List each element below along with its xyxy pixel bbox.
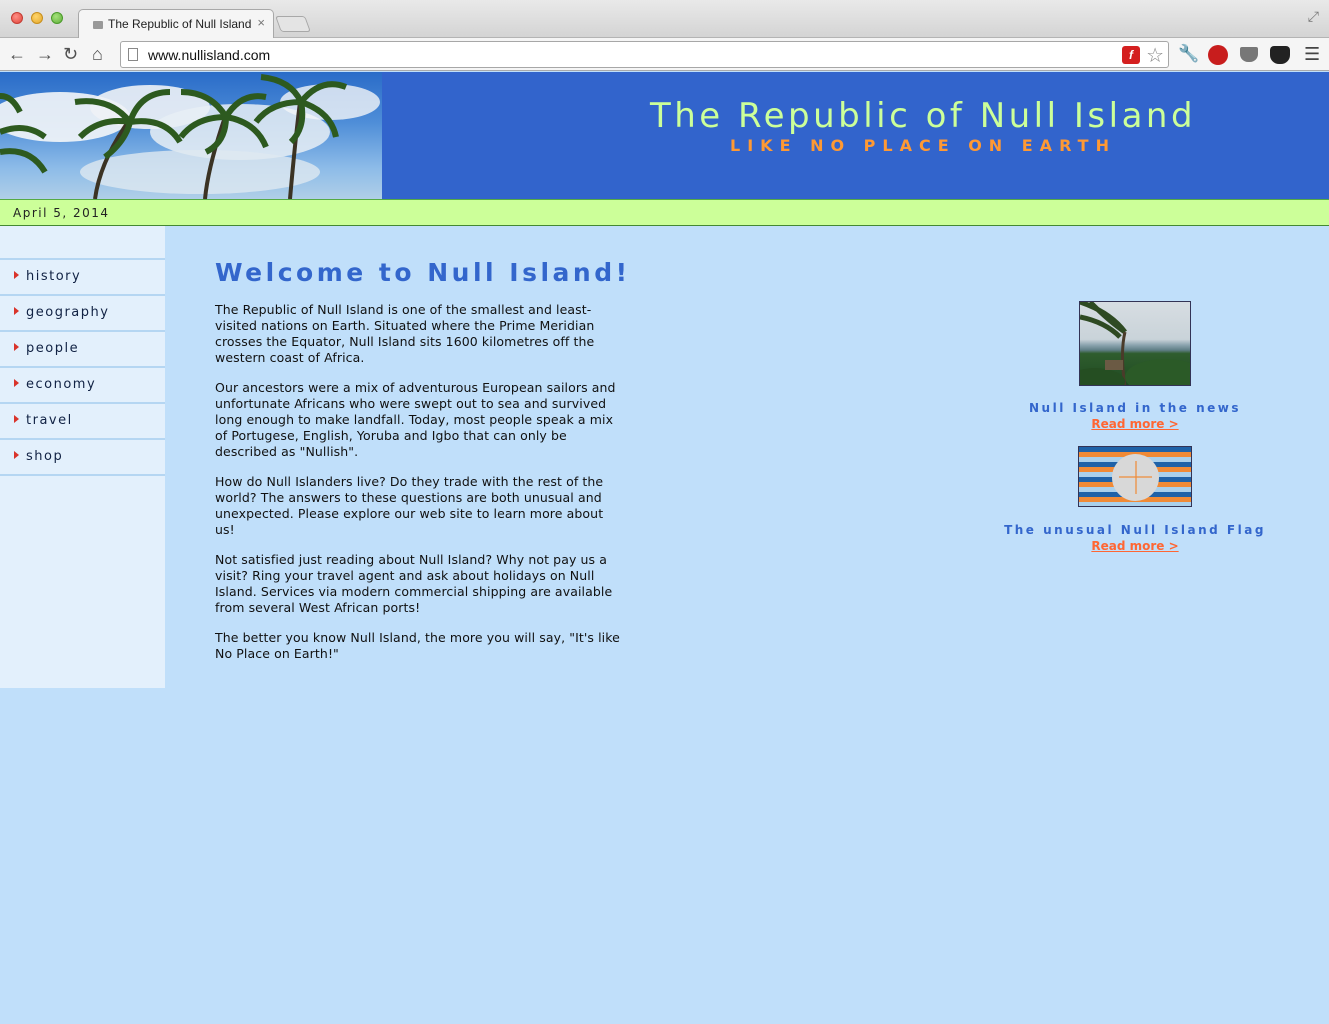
wrench-icon[interactable]: 🔧 bbox=[1178, 44, 1199, 64]
sidebar-item-label[interactable]: shop bbox=[26, 449, 63, 464]
flag-crosshair bbox=[1135, 461, 1137, 494]
sidebar-nav: history geography people economy travel … bbox=[0, 258, 165, 476]
date-bar: April 5, 2014 bbox=[0, 199, 1329, 226]
sidebar-item-label[interactable]: people bbox=[26, 341, 79, 356]
palm-trees-illustration bbox=[0, 74, 380, 199]
sidebar-item-history[interactable]: history bbox=[0, 260, 165, 296]
new-tab-button[interactable] bbox=[275, 16, 311, 32]
sidebar-item-travel[interactable]: travel bbox=[0, 404, 165, 440]
star-icon[interactable]: ☆ bbox=[1146, 43, 1164, 68]
browser-titlebar: The Republic of Null Island × ⤢ bbox=[0, 0, 1329, 39]
favicon-icon bbox=[93, 21, 103, 29]
site-tagline: LIKE NO PLACE ON EARTH bbox=[730, 136, 1116, 155]
flag-caption: The unusual Null Island Flag bbox=[1004, 523, 1266, 537]
browser-tab[interactable]: The Republic of Null Island × bbox=[78, 9, 274, 39]
sidebar-item-label[interactable]: travel bbox=[26, 413, 73, 428]
pocket-icon[interactable] bbox=[1240, 47, 1258, 62]
flash-icon[interactable]: f bbox=[1122, 46, 1140, 64]
sidebar-item-geography[interactable]: geography bbox=[0, 296, 165, 332]
minimize-window-button[interactable] bbox=[31, 12, 43, 24]
page-icon bbox=[128, 48, 138, 61]
flag-image[interactable] bbox=[1078, 446, 1192, 507]
tab-title: The Republic of Null Island bbox=[108, 17, 252, 31]
bullet-arrow-icon bbox=[14, 451, 19, 459]
sidebar-item-label[interactable]: geography bbox=[26, 305, 109, 320]
sidebar-item-shop[interactable]: shop bbox=[0, 440, 165, 476]
sidebar-item-people[interactable]: people bbox=[0, 332, 165, 368]
stop-icon[interactable] bbox=[1208, 45, 1228, 65]
sidebar-item-label[interactable]: economy bbox=[26, 377, 96, 392]
bullet-arrow-icon bbox=[14, 343, 19, 351]
bullet-arrow-icon bbox=[14, 307, 19, 315]
sidebar-item-label[interactable]: history bbox=[26, 269, 81, 284]
beach-palm-illustration bbox=[1080, 302, 1190, 385]
browser-toolbar: ← → ↻ ⌂ www.nullisland.com f ☆ 🔧 ☰ bbox=[0, 38, 1329, 71]
date-text: April 5, 2014 bbox=[13, 206, 110, 220]
flag-read-more-link[interactable]: Read more > bbox=[1091, 539, 1178, 553]
url-text[interactable]: www.nullisland.com bbox=[148, 47, 270, 63]
forward-icon[interactable]: → bbox=[36, 42, 54, 66]
page-title: Welcome to Null Island! bbox=[215, 258, 631, 287]
sidebar-item-economy[interactable]: economy bbox=[0, 368, 165, 404]
flag-feature: The unusual Null Island Flag Read more > bbox=[1000, 446, 1270, 555]
bullet-arrow-icon bbox=[14, 415, 19, 423]
paragraph: How do Null Islanders live? Do they trad… bbox=[215, 474, 604, 537]
news-photo[interactable] bbox=[1079, 301, 1191, 386]
back-icon[interactable]: ← bbox=[8, 42, 26, 66]
paragraph: The Republic of Null Island is one of th… bbox=[215, 302, 595, 365]
sidebar: history geography people economy travel … bbox=[0, 226, 165, 688]
paragraph: The better you know Null Island, the mor… bbox=[215, 630, 620, 661]
bullet-arrow-icon bbox=[14, 271, 19, 279]
intro-text: The Republic of Null Island is one of th… bbox=[215, 302, 627, 676]
tab-close-icon[interactable]: × bbox=[257, 15, 265, 30]
site-header: The Republic of Null Island LIKE NO PLAC… bbox=[0, 72, 1329, 199]
bullet-arrow-icon bbox=[14, 379, 19, 387]
paragraph: Our ancestors were a mix of adventurous … bbox=[215, 380, 616, 459]
paragraph: Not satisfied just reading about Null Is… bbox=[215, 552, 613, 615]
reload-icon[interactable]: ↻ bbox=[63, 42, 78, 66]
fullscreen-icon[interactable]: ⤢ bbox=[1308, 8, 1319, 25]
news-feature: Null Island in the news Read more > bbox=[1000, 301, 1270, 433]
zoom-window-button[interactable] bbox=[51, 12, 63, 24]
menu-icon[interactable]: ☰ bbox=[1304, 44, 1320, 64]
close-window-button[interactable] bbox=[11, 12, 23, 24]
palm-trees-photo bbox=[0, 72, 382, 199]
news-caption: Null Island in the news bbox=[1029, 401, 1241, 415]
cat-icon[interactable] bbox=[1270, 46, 1290, 64]
site-title: The Republic of Null Island bbox=[649, 96, 1197, 136]
address-bar[interactable]: www.nullisland.com f ☆ bbox=[120, 41, 1169, 68]
home-icon[interactable]: ⌂ bbox=[92, 42, 103, 66]
news-read-more-link[interactable]: Read more > bbox=[1091, 417, 1178, 431]
